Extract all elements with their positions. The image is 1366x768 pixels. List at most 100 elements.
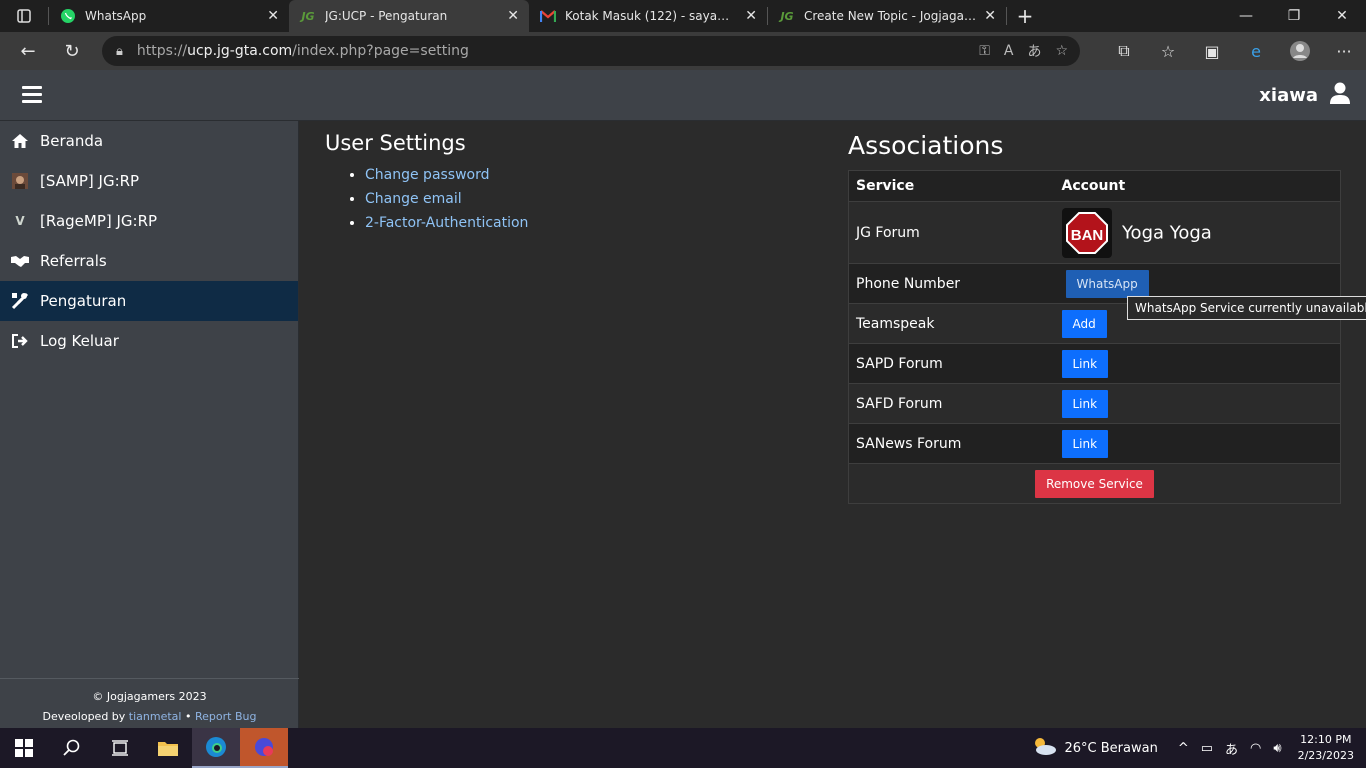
meet-icon[interactable]: ▭ — [1201, 741, 1213, 756]
sidebar-footer: © Jogjagamers 2023 Deveoloped by tianmet… — [0, 678, 299, 728]
new-tab-button[interactable]: + — [1007, 0, 1043, 32]
collections-icon[interactable]: ▣ — [1190, 32, 1234, 70]
service-name: SANews Forum — [848, 423, 1055, 464]
sidebar-item-ragemp[interactable]: V [RageMP] JG:RP — [0, 201, 298, 241]
read-aloud-icon[interactable]: A — [1004, 43, 1014, 59]
translate-icon[interactable]: あ — [1027, 41, 1041, 61]
search-icon[interactable] — [48, 728, 96, 768]
account-column-header: Account — [1054, 170, 1341, 202]
hamburger-menu-icon[interactable] — [22, 86, 42, 104]
report-bug-link[interactable]: Report Bug — [195, 710, 256, 723]
sidebar-item-label: Beranda — [40, 132, 104, 150]
tab-create-topic[interactable]: JG Create New Topic - Jogjagamers ✕ — [768, 0, 1006, 32]
minimize-icon[interactable]: — — [1222, 0, 1270, 32]
table-row: SAPD Forum Link — [848, 343, 1341, 384]
sidebar-item-label: Pengaturan — [40, 292, 127, 310]
close-icon[interactable]: ✕ — [267, 8, 279, 24]
associations-title: Associations — [848, 131, 1004, 160]
lock-icon: 🔒︎ — [116, 43, 123, 59]
table-row: Remove Service — [848, 463, 1341, 504]
user-menu[interactable]: xiawa — [1259, 82, 1350, 109]
whatsapp-button[interactable]: WhatsApp — [1065, 269, 1149, 298]
profile-icon[interactable] — [1278, 32, 1322, 70]
more-menu-icon[interactable]: ··· — [1322, 32, 1366, 70]
table-row: JG Forum BAN Yoga Yoga — [848, 201, 1341, 264]
sidebar-item-label: Log Keluar — [40, 332, 119, 350]
whatsapp-tooltip: WhatsApp Service currently unavailable — [1127, 296, 1366, 320]
tab-gmail[interactable]: Kotak Masuk (122) - sayayoga15 ✕ — [529, 0, 767, 32]
sidebar-item-samp[interactable]: [SAMP] JG:RP — [0, 161, 298, 201]
safd-link-button[interactable]: Link — [1061, 389, 1109, 418]
language-icon[interactable]: あ — [1225, 739, 1238, 758]
service-name: SAPD Forum — [848, 343, 1055, 384]
chevron-up-icon[interactable]: ^ — [1178, 741, 1189, 756]
handshake-icon — [10, 251, 30, 271]
tab-jg-ucp[interactable]: JG JG:UCP - Pengaturan ✕ — [289, 0, 529, 32]
whatsapp-icon — [59, 7, 77, 25]
change-email-link[interactable]: Change email — [365, 191, 462, 207]
file-explorer-icon[interactable] — [144, 728, 192, 768]
volume-icon[interactable]: 🔊︎ — [1273, 741, 1281, 756]
tab-actions-icon[interactable] — [0, 0, 48, 32]
restore-icon[interactable]: ❐ — [1270, 0, 1318, 32]
edge-taskbar-icon[interactable] — [192, 728, 240, 768]
service-name: Teamspeak — [848, 303, 1055, 344]
sanews-link-button[interactable]: Link — [1061, 429, 1109, 458]
gmail-icon — [539, 7, 557, 25]
close-window-icon[interactable]: ✕ — [1318, 0, 1366, 32]
clock[interactable]: 12:10 PM 2/23/2023 — [1298, 732, 1354, 764]
task-view-icon[interactable] — [96, 728, 144, 768]
user-icon — [1330, 82, 1350, 109]
jg-icon: JG — [301, 9, 315, 23]
sidebar-item-beranda[interactable]: Beranda — [0, 121, 298, 161]
url-field[interactable]: 🔒︎ https://ucp.jg-gta.com/index.php?page… — [102, 36, 1080, 66]
two-factor-link[interactable]: 2-Factor-Authentication — [365, 215, 528, 231]
favorites-icon[interactable]: ☆ — [1146, 32, 1190, 70]
edge-icon[interactable]: e — [1234, 32, 1278, 70]
user-settings-section: User Settings Change password Change ema… — [325, 131, 528, 235]
weather-widget[interactable]: 26°C Berawan — [1031, 736, 1158, 760]
wifi-icon[interactable]: ◠ — [1250, 741, 1261, 756]
app-taskbar-icon[interactable] — [240, 728, 288, 768]
main-content: User Settings Change password Change ema… — [300, 121, 1366, 728]
favorite-star-icon[interactable]: ☆ — [1055, 43, 1068, 59]
extensions-icon[interactable]: ⧉ — [1102, 32, 1146, 70]
remove-service-button[interactable]: Remove Service — [1035, 469, 1154, 498]
sign-out-icon — [10, 331, 30, 351]
tab-title: Create New Topic - Jogjagamers — [804, 9, 976, 23]
tab-title: JG:UCP - Pengaturan — [325, 9, 448, 23]
change-password-link[interactable]: Change password — [365, 167, 490, 183]
back-icon[interactable]: ← — [6, 32, 50, 70]
tab-title: WhatsApp — [85, 9, 147, 23]
close-icon[interactable]: ✕ — [745, 8, 757, 24]
copyright-text: © Jogjagamers 2023 — [92, 690, 207, 703]
avatar: BAN — [1061, 207, 1112, 258]
key-icon[interactable]: ⚿ — [979, 43, 990, 59]
avatar-text: BAN — [1070, 227, 1103, 244]
windows-start-icon[interactable] — [0, 728, 48, 768]
sidebar-item-log-keluar[interactable]: Log Keluar — [0, 321, 298, 361]
sidebar-item-pengaturan[interactable]: Pengaturan — [0, 281, 298, 321]
user-settings-title: User Settings — [325, 131, 466, 155]
tab-whatsapp[interactable]: WhatsApp ✕ — [49, 0, 289, 32]
author-link[interactable]: tianmetal — [129, 710, 182, 723]
sidebar-item-referrals[interactable]: Referrals — [0, 241, 298, 281]
close-icon[interactable]: ✕ — [984, 8, 996, 24]
teamspeak-add-button[interactable]: Add — [1061, 309, 1107, 338]
refresh-icon[interactable]: ↻ — [50, 32, 94, 70]
service-column-header: Service — [848, 170, 1055, 202]
table-row: SANews Forum Link — [848, 423, 1341, 464]
cloud-sun-icon — [1031, 736, 1057, 760]
tools-icon — [10, 291, 30, 311]
ragemp-icon: V — [15, 214, 25, 228]
weather-text: 26°C Berawan — [1064, 740, 1158, 756]
address-bar-row: ← ↻ 🔒︎ https://ucp.jg-gta.com/index.php?… — [0, 32, 1366, 70]
close-icon[interactable]: ✕ — [507, 8, 519, 24]
sapd-link-button[interactable]: Link — [1061, 349, 1109, 378]
service-name: JG Forum — [848, 201, 1055, 264]
sidebar-item-label: [SAMP] JG:RP — [40, 172, 140, 190]
clock-time: 12:10 PM — [1300, 733, 1352, 746]
service-name: SAFD Forum — [848, 383, 1055, 424]
associations-table: Service Account JG Forum BAN Yoga Yoga P… — [848, 170, 1341, 504]
sidebar: Beranda [SAMP] JG:RP V [RageMP] JG:RP Re… — [0, 121, 299, 728]
